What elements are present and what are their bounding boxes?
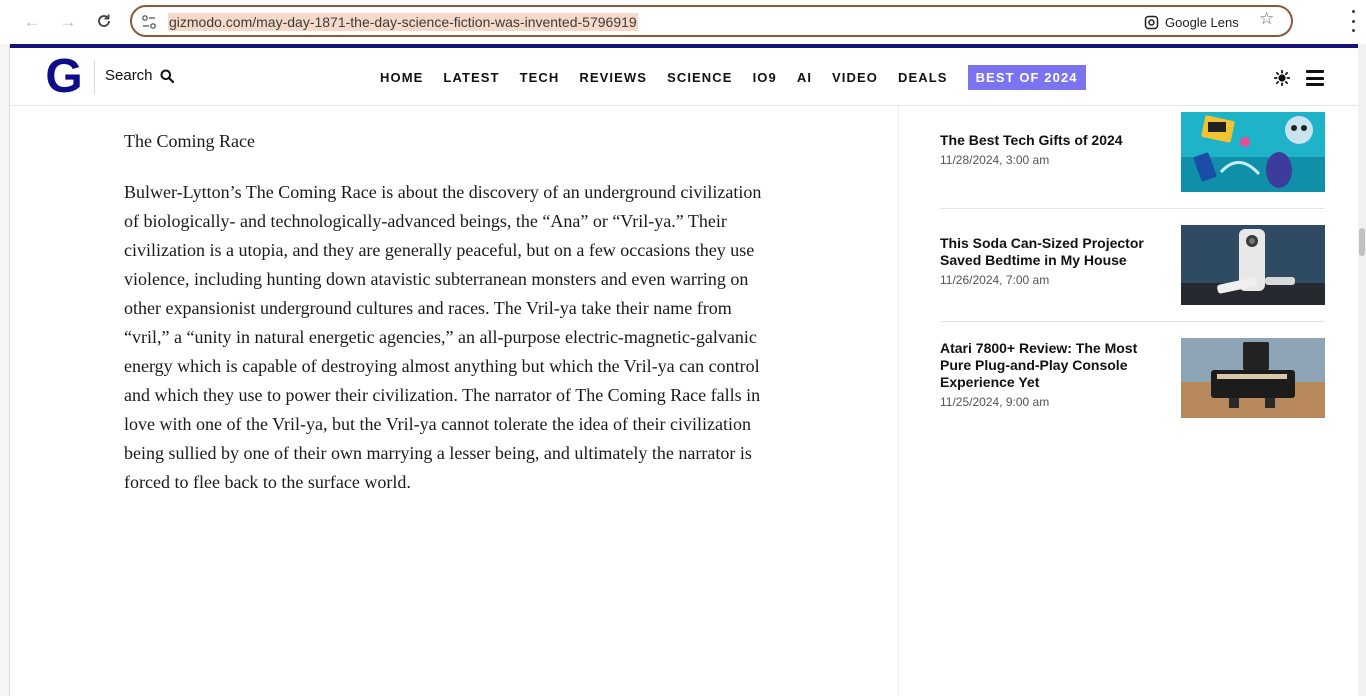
theme-toggle-icon[interactable]: [1274, 70, 1290, 86]
reload-icon: [98, 14, 110, 27]
article-paragraph: Bulwer-Lytton’s The Coming Race is about…: [124, 182, 762, 492]
reload-button[interactable]: [92, 9, 116, 33]
search-button[interactable]: Search: [105, 67, 174, 84]
sidebar-article-card[interactable]: This Soda Can-Sized Projector Saved Bedt…: [940, 225, 1325, 322]
sidebar-article-date: 11/25/2024, 9:00 am: [940, 395, 1050, 409]
nav-ai[interactable]: AI: [797, 70, 812, 85]
sidebar-related-articles: The Best Tech Gifts of 2024 11/28/2024, …: [940, 112, 1325, 450]
header-divider: [94, 60, 95, 94]
sidebar-article-card[interactable]: The Best Tech Gifts of 2024 11/28/2024, …: [940, 112, 1325, 209]
address-bar[interactable]: gizmodo.com/may-day-1871-the-day-science…: [130, 5, 1293, 37]
site-header: G Search HOME LATEST TECH REVIEWS SCIENC…: [10, 48, 1360, 106]
web-page: G Search HOME LATEST TECH REVIEWS SCIENC…: [10, 44, 1360, 696]
sidebar-article-title[interactable]: The Best Tech Gifts of 2024: [940, 132, 1170, 149]
search-icon: [160, 69, 174, 83]
sidebar-article-title[interactable]: Atari 7800+ Review: The Most Pure Plug-a…: [940, 340, 1170, 391]
gizmodo-logo[interactable]: G: [42, 52, 86, 102]
nav-latest[interactable]: LATEST: [443, 70, 499, 85]
projector-thumbnail[interactable]: [1181, 225, 1325, 305]
sidebar-article-card[interactable]: Atari 7800+ Review: The Most Pure Plug-a…: [940, 338, 1325, 434]
search-label: Search: [105, 67, 153, 84]
sidebar-article-title[interactable]: This Soda Can-Sized Projector Saved Bedt…: [940, 235, 1170, 269]
nav-tech[interactable]: TECH: [520, 70, 560, 85]
column-divider: [898, 106, 899, 696]
browser-menu-icon[interactable]: [1344, 10, 1362, 32]
nav-home[interactable]: HOME: [380, 70, 423, 85]
best-of-2024-badge[interactable]: BEST OF 2024: [967, 64, 1086, 90]
url-text[interactable]: gizmodo.com/may-day-1871-the-day-science…: [168, 13, 638, 31]
google-lens-label: Google Lens: [1165, 14, 1239, 30]
sidebar-article-date: 11/26/2024, 7:00 am: [940, 273, 1050, 287]
page-scrollbar[interactable]: [1358, 44, 1366, 696]
back-button[interactable]: ←: [20, 9, 44, 33]
nav-io9[interactable]: IO9: [753, 70, 777, 85]
nav-reviews[interactable]: REVIEWS: [579, 70, 647, 85]
atari-console-thumbnail[interactable]: [1181, 338, 1325, 418]
hamburger-menu-icon[interactable]: [1306, 70, 1324, 86]
sidebar-article-date: 11/28/2024, 3:00 am: [940, 153, 1050, 167]
nav-science[interactable]: SCIENCE: [667, 70, 733, 85]
article-subheading: The Coming Race: [124, 131, 255, 151]
site-info-icon[interactable]: [140, 13, 158, 31]
google-lens-button[interactable]: Google Lens: [1144, 12, 1239, 32]
scrollbar-thumb[interactable]: [1359, 228, 1365, 256]
forward-button[interactable]: →: [56, 9, 80, 33]
lens-icon: [1144, 15, 1159, 29]
nav-deals[interactable]: DEALS: [898, 70, 948, 85]
window-left-edge: [0, 44, 10, 696]
main-navigation: HOME LATEST TECH REVIEWS SCIENCE IO9 AI …: [380, 64, 1086, 90]
browser-toolbar: ← → gizmodo.com/may-day-1871-the-day-sci…: [0, 0, 1366, 42]
bookmark-star-icon[interactable]: ☆: [1259, 10, 1274, 27]
tech-gifts-thumbnail[interactable]: [1181, 112, 1325, 192]
article-content: The Coming Race Bulwer-Lytton’s The Comi…: [124, 126, 774, 497]
nav-video[interactable]: VIDEO: [832, 70, 878, 85]
